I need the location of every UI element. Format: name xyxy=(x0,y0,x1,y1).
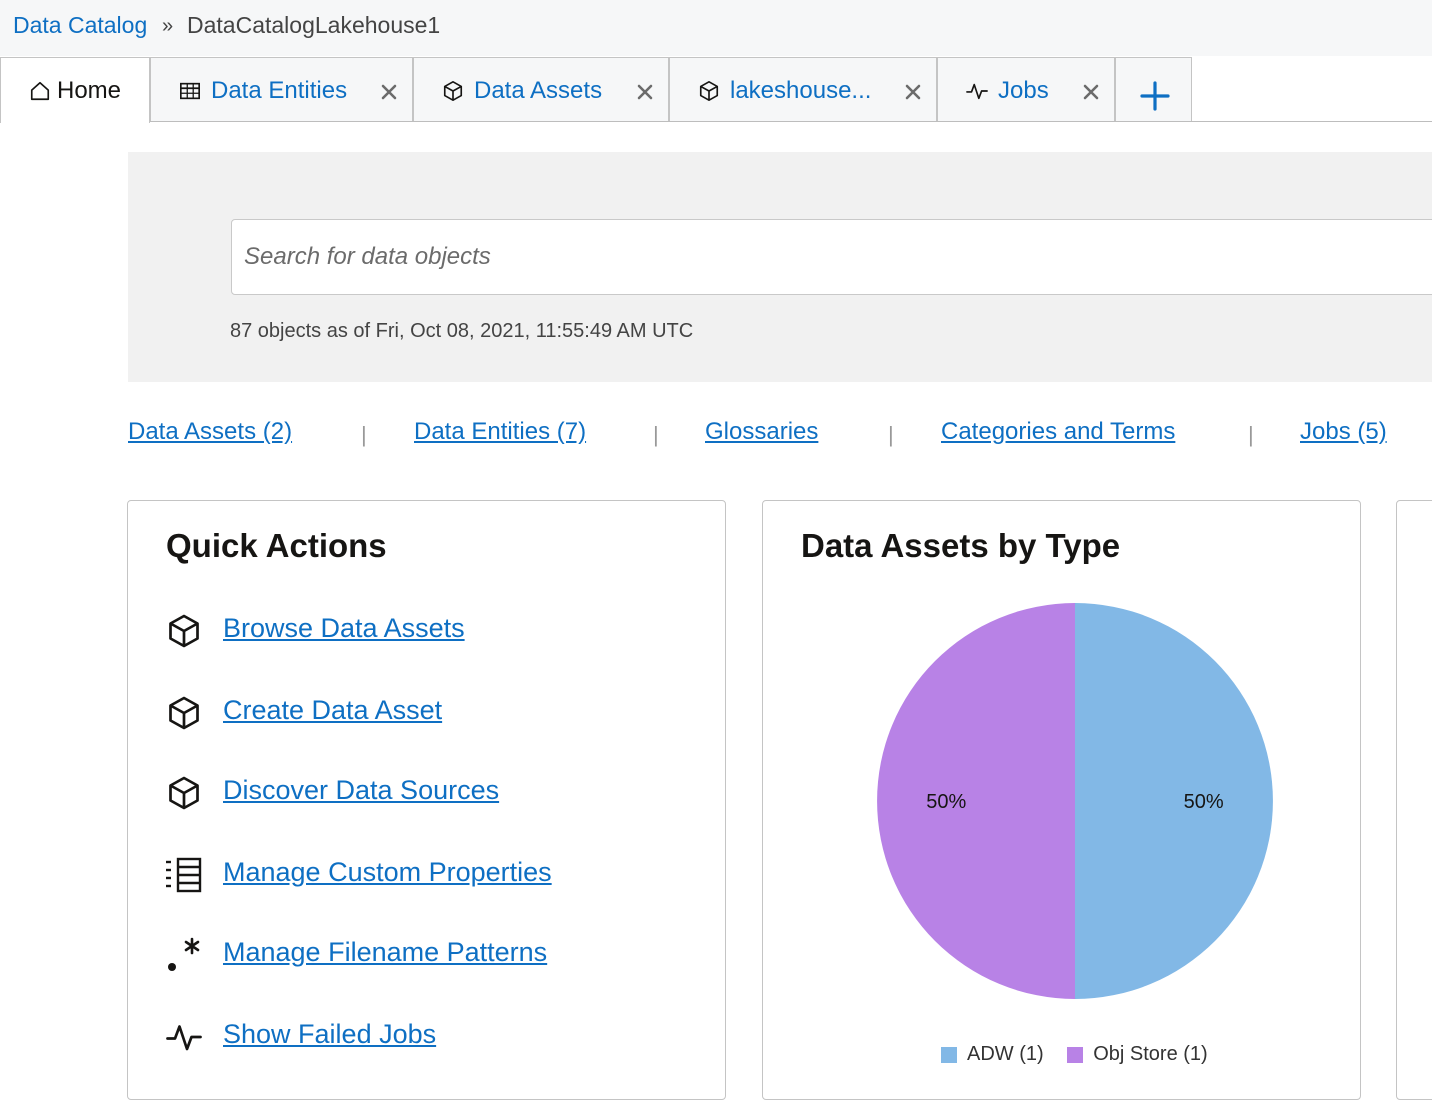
legend-item-obj-store[interactable]: Obj Store (1) xyxy=(1067,1043,1208,1066)
add-tab-button[interactable] xyxy=(1115,57,1192,121)
pie-slice-label-0: 50% xyxy=(1184,791,1224,813)
data-assets-by-type-card: Data Assets by Type 50% 50% ADW (1) Obj S… xyxy=(762,500,1361,1100)
quick-action-browse-data-assets: Browse Data Assets xyxy=(166,609,706,649)
tab-jobs-label: Jobs xyxy=(998,77,1049,104)
legend-swatch-adw xyxy=(941,1046,957,1063)
link-divider: | xyxy=(653,422,659,447)
tab-bar: Home Data Entities Data Assets lakeshous… xyxy=(0,56,1432,123)
breadcrumb: Data Catalog » DataCatalogLakehouse1 xyxy=(0,0,1432,56)
tab-data-entities-label: Data Entities xyxy=(211,77,348,104)
tab-jobs[interactable]: Jobs xyxy=(937,57,1115,121)
pie-chart: 50% 50% xyxy=(873,599,1277,1003)
list-icon xyxy=(166,857,202,893)
quick-action-create-data-asset: Create Data Asset xyxy=(166,691,706,731)
link-divider: | xyxy=(361,422,367,447)
activity-icon xyxy=(166,1025,202,1051)
third-card-partial xyxy=(1396,500,1432,1100)
chart-legend: ADW (1) Obj Store (1) xyxy=(941,1043,1226,1066)
quick-links-bar: Data Assets (2) | Data Entities (7) | Gl… xyxy=(0,418,1432,452)
cube-icon xyxy=(169,776,199,810)
link-categories-and-terms[interactable]: Categories and Terms xyxy=(941,418,1175,446)
manage-custom-properties-link[interactable]: Manage Custom Properties xyxy=(223,857,552,888)
data-assets-by-type-title: Data Assets by Type xyxy=(801,527,1121,564)
legend-item-adw[interactable]: ADW (1) xyxy=(941,1043,1044,1066)
cube-icon xyxy=(443,81,463,101)
close-icon[interactable] xyxy=(379,82,399,102)
cube-icon xyxy=(169,696,199,730)
show-failed-jobs-link[interactable]: Show Failed Jobs xyxy=(223,1019,436,1050)
discover-data-sources-link[interactable]: Discover Data Sources xyxy=(223,775,499,806)
cube-icon xyxy=(169,614,199,648)
close-icon[interactable] xyxy=(903,82,923,102)
breadcrumb-root-link[interactable]: Data Catalog xyxy=(13,12,147,39)
tab-data-assets-label: Data Assets xyxy=(474,77,603,104)
legend-swatch-obj-store xyxy=(1067,1046,1084,1063)
tab-lakehouse-label: lakeshouse... xyxy=(730,77,872,104)
pie-slice-0[interactable] xyxy=(1075,603,1273,999)
quick-action-discover-data-sources: Discover Data Sources xyxy=(166,771,706,811)
regex-icon xyxy=(168,937,200,971)
search-panel: 87 objects as of Fri, Oct 08, 2021, 11:5… xyxy=(128,152,1432,382)
pie-slice-label-1: 50% xyxy=(926,791,966,813)
activity-icon xyxy=(966,83,988,100)
link-jobs[interactable]: Jobs (5) xyxy=(1300,418,1387,446)
legend-label-adw: ADW (1) xyxy=(967,1043,1044,1065)
search-input[interactable] xyxy=(231,219,1432,295)
close-icon[interactable] xyxy=(1081,82,1101,102)
plus-icon xyxy=(1140,81,1170,111)
object-count-text: 87 objects as of Fri, Oct 08, 2021, 11:5… xyxy=(230,320,694,342)
link-glossaries[interactable]: Glossaries xyxy=(705,418,818,446)
tab-bar-baseline xyxy=(0,121,1432,122)
link-divider: | xyxy=(1248,422,1254,447)
tab-data-entities[interactable]: Data Entities xyxy=(150,57,413,121)
tab-home[interactable]: Home xyxy=(0,57,150,123)
link-divider: | xyxy=(888,422,894,447)
breadcrumb-separator: » xyxy=(162,15,174,37)
pie-slice-1[interactable] xyxy=(877,603,1075,999)
create-data-asset-link[interactable]: Create Data Asset xyxy=(223,695,442,726)
quick-actions-title: Quick Actions xyxy=(166,527,387,564)
tab-lakehouse[interactable]: lakeshouse... xyxy=(669,57,937,121)
quick-action-manage-custom-properties: Manage Custom Properties xyxy=(166,853,706,893)
link-data-assets[interactable]: Data Assets (2) xyxy=(128,418,292,446)
cube-icon xyxy=(699,81,719,101)
quick-action-manage-filename-patterns: Manage Filename Patterns xyxy=(166,933,706,973)
home-icon xyxy=(30,81,50,101)
manage-filename-patterns-link[interactable]: Manage Filename Patterns xyxy=(223,937,547,968)
tab-home-label: Home xyxy=(57,77,122,104)
close-icon[interactable] xyxy=(635,82,655,102)
table-icon xyxy=(180,82,200,100)
legend-label-obj-store: Obj Store (1) xyxy=(1093,1043,1208,1065)
breadcrumb-current: DataCatalogLakehouse1 xyxy=(187,12,441,38)
tab-data-assets[interactable]: Data Assets xyxy=(413,57,669,121)
browse-data-assets-link[interactable]: Browse Data Assets xyxy=(223,613,465,644)
link-data-entities[interactable]: Data Entities (7) xyxy=(414,418,586,446)
quick-action-show-failed-jobs: Show Failed Jobs xyxy=(166,1015,706,1055)
quick-actions-card: Quick Actions Browse Data Assets Create … xyxy=(127,500,726,1100)
pie-chart-svg: 50% 50% xyxy=(877,603,1273,999)
